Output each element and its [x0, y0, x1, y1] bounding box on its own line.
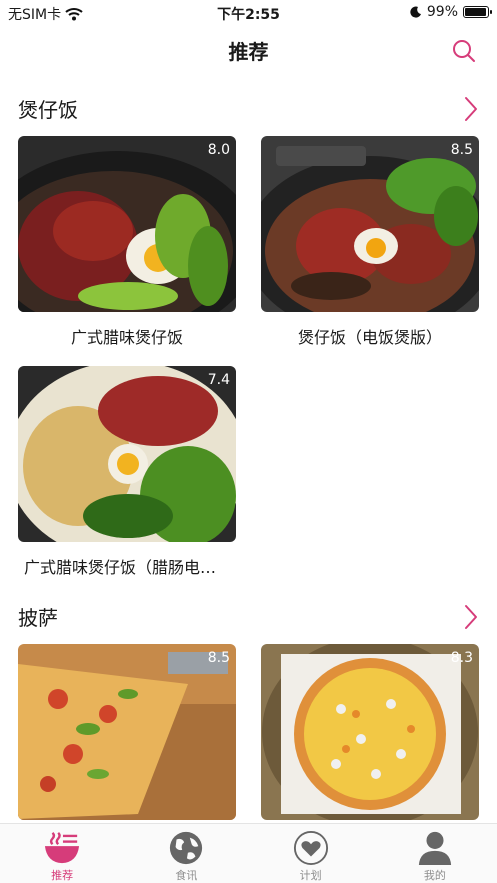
recipe-card[interactable]: 8.5 煲仔饭（电饭煲版） — [261, 136, 479, 347]
tab-mine[interactable]: 我的 — [373, 824, 497, 883]
recipe-photo: 7.4 — [18, 366, 236, 542]
search-icon[interactable] — [451, 38, 477, 64]
heart-icon — [293, 830, 328, 866]
battery-icon — [463, 6, 492, 18]
score-badge: 8.3 — [450, 650, 473, 666]
tab-label: 计划 — [299, 869, 322, 882]
section-title: 煲仔饭 — [18, 98, 78, 122]
tab-bar: 推荐 食讯 计划 我的 — [0, 823, 497, 883]
tab-label: 食讯 — [175, 869, 198, 882]
recipe-photo: 8.5 — [18, 644, 236, 820]
chevron-right-icon[interactable] — [463, 604, 479, 630]
recipe-photo: 8.3 — [261, 644, 479, 820]
recipe-name: 煲仔饭（电饭煲版） — [297, 328, 442, 347]
user-icon — [418, 831, 451, 866]
score-badge: 8.5 — [450, 142, 473, 158]
moon-icon — [410, 6, 421, 18]
recipe-photo: 8.0 — [18, 136, 236, 312]
battery-percent: 99% — [426, 4, 458, 20]
score-badge: 8.5 — [207, 650, 230, 666]
section-header-pizza[interactable]: 披萨 — [18, 602, 479, 634]
tab-news[interactable]: 食讯 — [124, 824, 248, 883]
globe-icon — [170, 831, 203, 865]
recipe-name: 广式腊味煲仔饭 — [70, 328, 183, 347]
section-header-baozaifan[interactable]: 煲仔饭 — [18, 94, 479, 126]
section-title: 披萨 — [18, 606, 58, 630]
recipe-card[interactable]: 8.3 — [261, 644, 479, 820]
bowl-icon — [45, 832, 80, 864]
recipe-name: 广式腊味煲仔饭（腊肠电… — [24, 558, 217, 577]
chevron-right-icon[interactable] — [463, 96, 479, 122]
battery-fill — [465, 8, 486, 16]
recipe-card[interactable]: 7.4 广式腊味煲仔饭（腊肠电… — [18, 366, 236, 577]
status-right: 99% — [410, 4, 492, 20]
nav-bar: 推荐 — [0, 26, 497, 74]
tab-label: 我的 — [423, 869, 446, 882]
tab-plan[interactable]: 计划 — [249, 824, 373, 883]
recipe-card[interactable]: 8.5 — [18, 644, 236, 820]
tab-label: 推荐 — [51, 869, 74, 882]
status-bar: 无SIM卡 下午2:55 99% — [0, 0, 497, 26]
page-title: 推荐 — [228, 40, 269, 64]
tab-recommend[interactable]: 推荐 — [0, 824, 124, 883]
recipe-card[interactable]: 8.0 广式腊味煲仔饭 — [18, 136, 236, 347]
score-badge: 8.0 — [207, 142, 230, 158]
score-badge: 7.4 — [207, 372, 230, 388]
recipe-photo: 8.5 — [261, 136, 479, 312]
